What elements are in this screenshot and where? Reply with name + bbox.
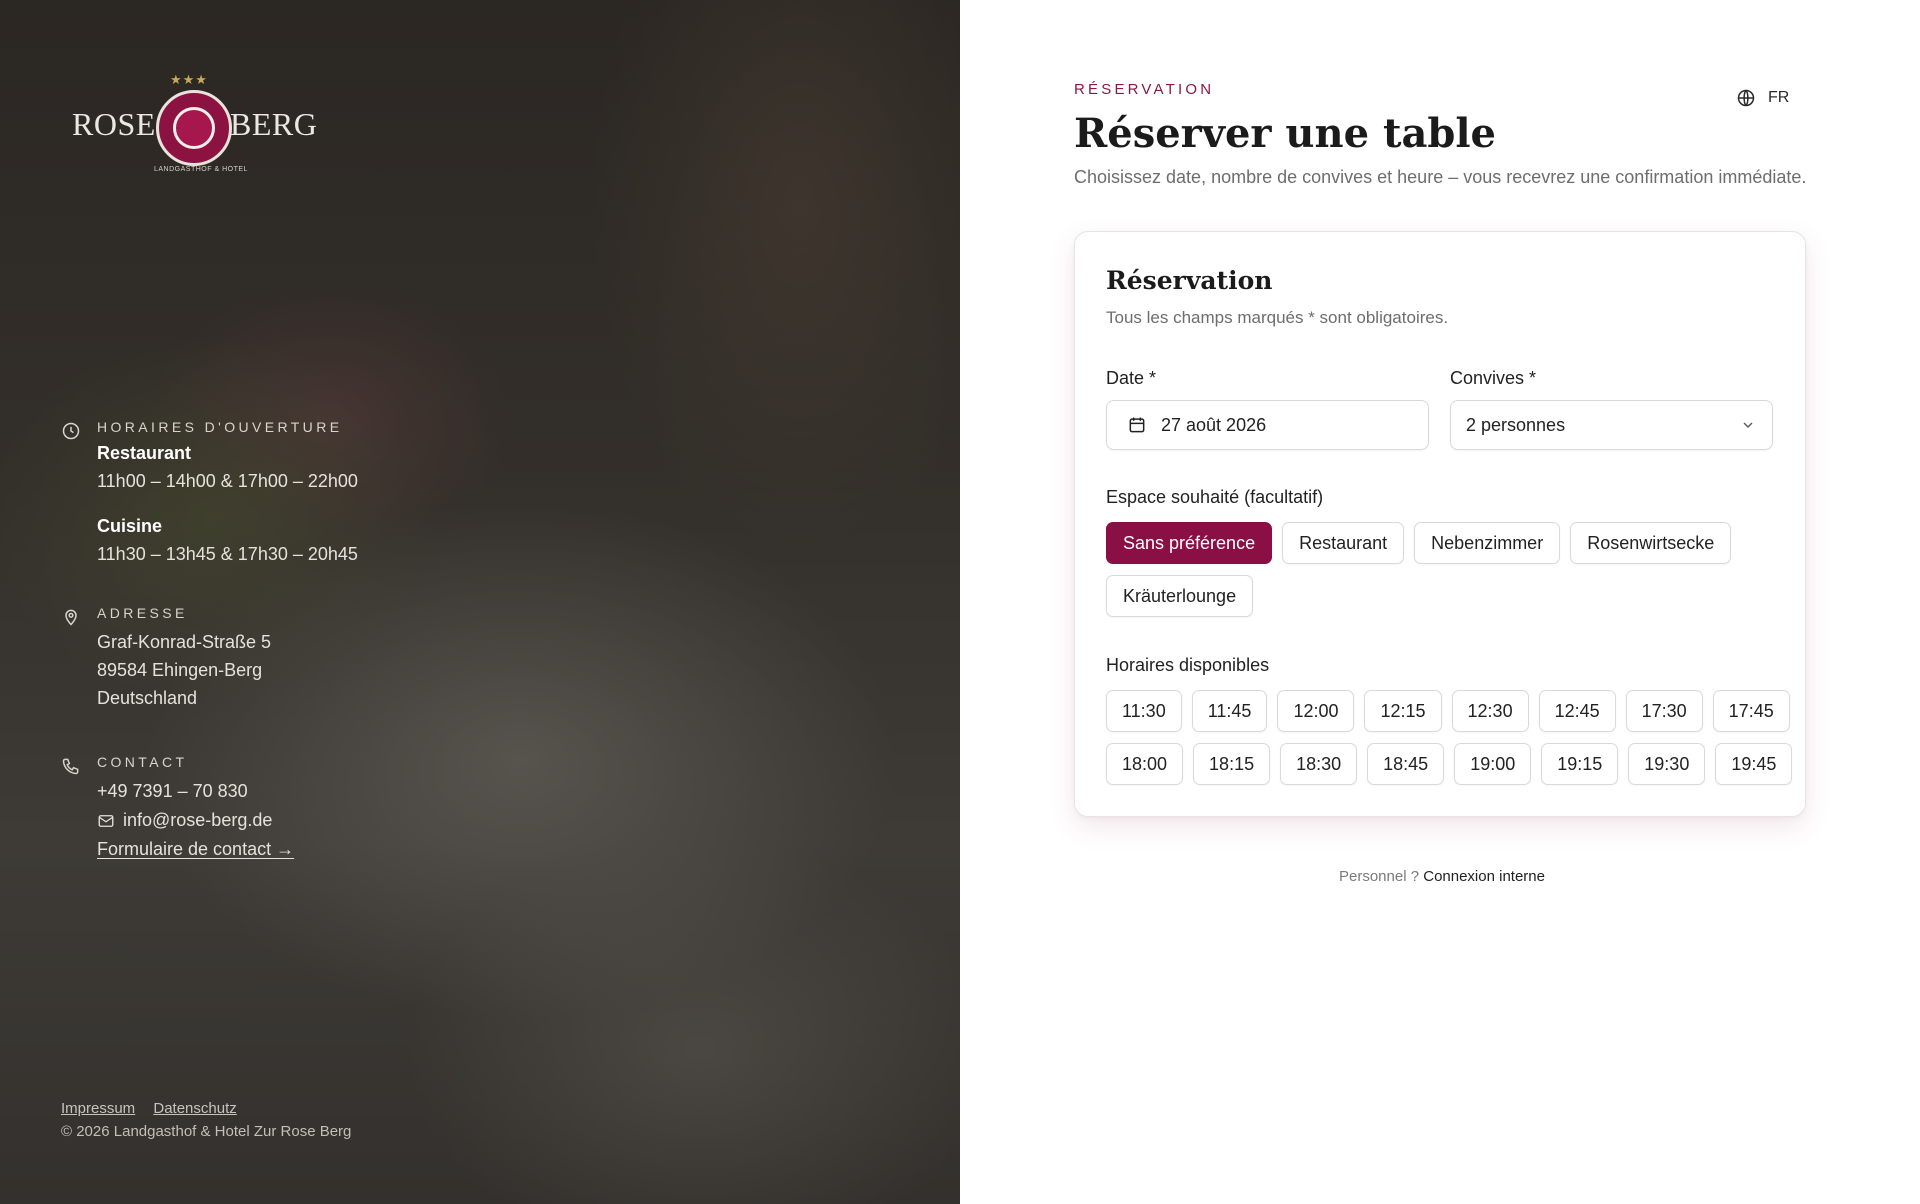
contact-heading: CONTACT — [97, 754, 188, 770]
legal-links: Impressum Datenschutz — [61, 1100, 251, 1117]
restaurant-label: Restaurant — [97, 443, 192, 463]
hotel-logo[interactable]: ★★★ ROSE BERG LANDGASTHOF & HOTEL — [70, 70, 325, 180]
staff-prefix: Personnel ? — [1339, 868, 1420, 885]
logo-word-right: BERG — [230, 106, 318, 142]
kitchen-label: Cuisine — [97, 516, 163, 536]
opening-hours-heading: HORAIRES D'OUVERTURE — [97, 419, 343, 435]
logo-word-left: ROSE — [72, 106, 156, 142]
time-slot-button[interactable]: 18:15 — [1193, 743, 1271, 785]
time-slot-button[interactable]: 18:30 — [1280, 743, 1358, 785]
calendar-icon — [1129, 417, 1145, 433]
logo-seal-icon — [156, 90, 232, 166]
phone-number[interactable]: +49 7391 – 70 830 — [97, 780, 597, 802]
time-slot-button[interactable]: 19:45 — [1715, 743, 1793, 785]
date-value: 27 août 2026 — [1161, 414, 1267, 435]
reservation-card: Réservation Tous les champs marqués * so… — [1074, 231, 1806, 817]
hero-panel: ★★★ ROSE BERG LANDGASTHOF & HOTEL HORAIR… — [0, 0, 960, 1204]
card-subtitle: Tous les champs marqués * sont obligatoi… — [1106, 308, 1449, 327]
address-line-2: 89584 Ehingen-Berg — [97, 660, 263, 680]
time-slot-button[interactable]: 12:45 — [1538, 690, 1616, 732]
area-option[interactable]: Sans préférence — [1106, 522, 1273, 564]
contact-form-link[interactable]: Formulaire de contact → — [97, 839, 597, 860]
clock-icon — [62, 422, 80, 440]
area-option[interactable]: Rosenwirtsecke — [1570, 522, 1732, 564]
kitchen-hours: 11h30 – 13h45 & 17h30 – 20h45 — [97, 544, 358, 564]
time-slot-button[interactable]: 11:45 — [1191, 690, 1268, 732]
logo-rose-icon — [173, 107, 215, 149]
time-slot-options: 11:30 11:45 12:00 12:15 12:30 12:45 17:30 17:45… — [1106, 690, 1806, 796]
time-slot-button[interactable]: 19:15 — [1541, 743, 1619, 785]
time-slot-button[interactable]: 17:45 — [1712, 690, 1790, 732]
time-slot-button[interactable]: 12:30 — [1451, 690, 1529, 732]
phone-icon — [62, 758, 79, 775]
time-slot-button[interactable]: 19:00 — [1454, 743, 1532, 785]
impressum-link[interactable]: Impressum — [61, 1100, 135, 1117]
date-label: Date * — [1106, 368, 1157, 388]
page-title: Réserver une table — [1074, 110, 1496, 157]
map-pin-icon — [65, 609, 77, 626]
time-slot-button[interactable]: 17:30 — [1625, 690, 1703, 732]
time-slot-button[interactable]: 19:30 — [1628, 743, 1706, 785]
area-option[interactable]: Nebenzimmer — [1414, 522, 1561, 564]
language-code: FR — [1768, 89, 1790, 106]
card-title: Réservation — [1106, 266, 1273, 295]
time-slot-button[interactable]: 12:15 — [1364, 690, 1442, 732]
area-label: Espace souhaité (facultatif) — [1106, 487, 1324, 507]
time-slot-button[interactable]: 18:45 — [1367, 743, 1445, 785]
language-switcher[interactable]: FR — [1736, 88, 1789, 108]
globe-icon — [1737, 89, 1755, 107]
guests-label: Convives * — [1450, 368, 1537, 388]
email-text: info@rose-berg.de — [123, 810, 273, 830]
area-option[interactable]: Restaurant — [1282, 522, 1405, 564]
restaurant-hours: 11h00 – 14h00 & 17h00 – 22h00 — [97, 471, 358, 491]
copyright: © 2026 Landgasthof & Hotel Zur Rose Berg — [61, 1123, 352, 1140]
email-link[interactable]: info@rose-berg.de — [97, 810, 597, 831]
staff-login-link[interactable]: Connexion interne — [1423, 868, 1545, 885]
address-line-1: Graf-Konrad-Straße 5 — [97, 632, 272, 652]
address-heading: ADRESSE — [97, 605, 188, 621]
date-field[interactable]: 27 août 2026 — [1106, 400, 1429, 450]
times-label: Horaires disponibles — [1106, 655, 1270, 675]
page-subtitle: Choisissez date, nombre de convives et h… — [1074, 167, 1807, 187]
chevron-down-icon — [1743, 422, 1753, 428]
area-options: Sans préférence Restaurant Nebenzimmer Rose… — [1106, 522, 1746, 628]
datenschutz-link[interactable]: Datenschutz — [153, 1100, 236, 1117]
logo-stars: ★★★ — [170, 72, 208, 87]
reservation-panel: RÉSERVATION FR Réserver une table Choisi… — [960, 0, 1920, 1204]
time-slot-button[interactable]: 12:00 — [1277, 690, 1355, 732]
area-option[interactable]: Kräuterlounge — [1106, 575, 1254, 617]
address-line-3: Deutschland — [97, 688, 198, 708]
logo-seal-text: LANDGASTHOF & HOTEL — [154, 166, 248, 173]
eyebrow-label: RÉSERVATION — [1074, 81, 1215, 98]
time-slot-button[interactable]: 18:00 — [1106, 743, 1184, 785]
guests-select[interactable]: 2 personnes — [1450, 400, 1773, 450]
guests-value: 2 personnes — [1466, 414, 1566, 435]
mail-icon — [98, 814, 114, 827]
time-slot-button[interactable]: 11:30 — [1106, 690, 1182, 732]
